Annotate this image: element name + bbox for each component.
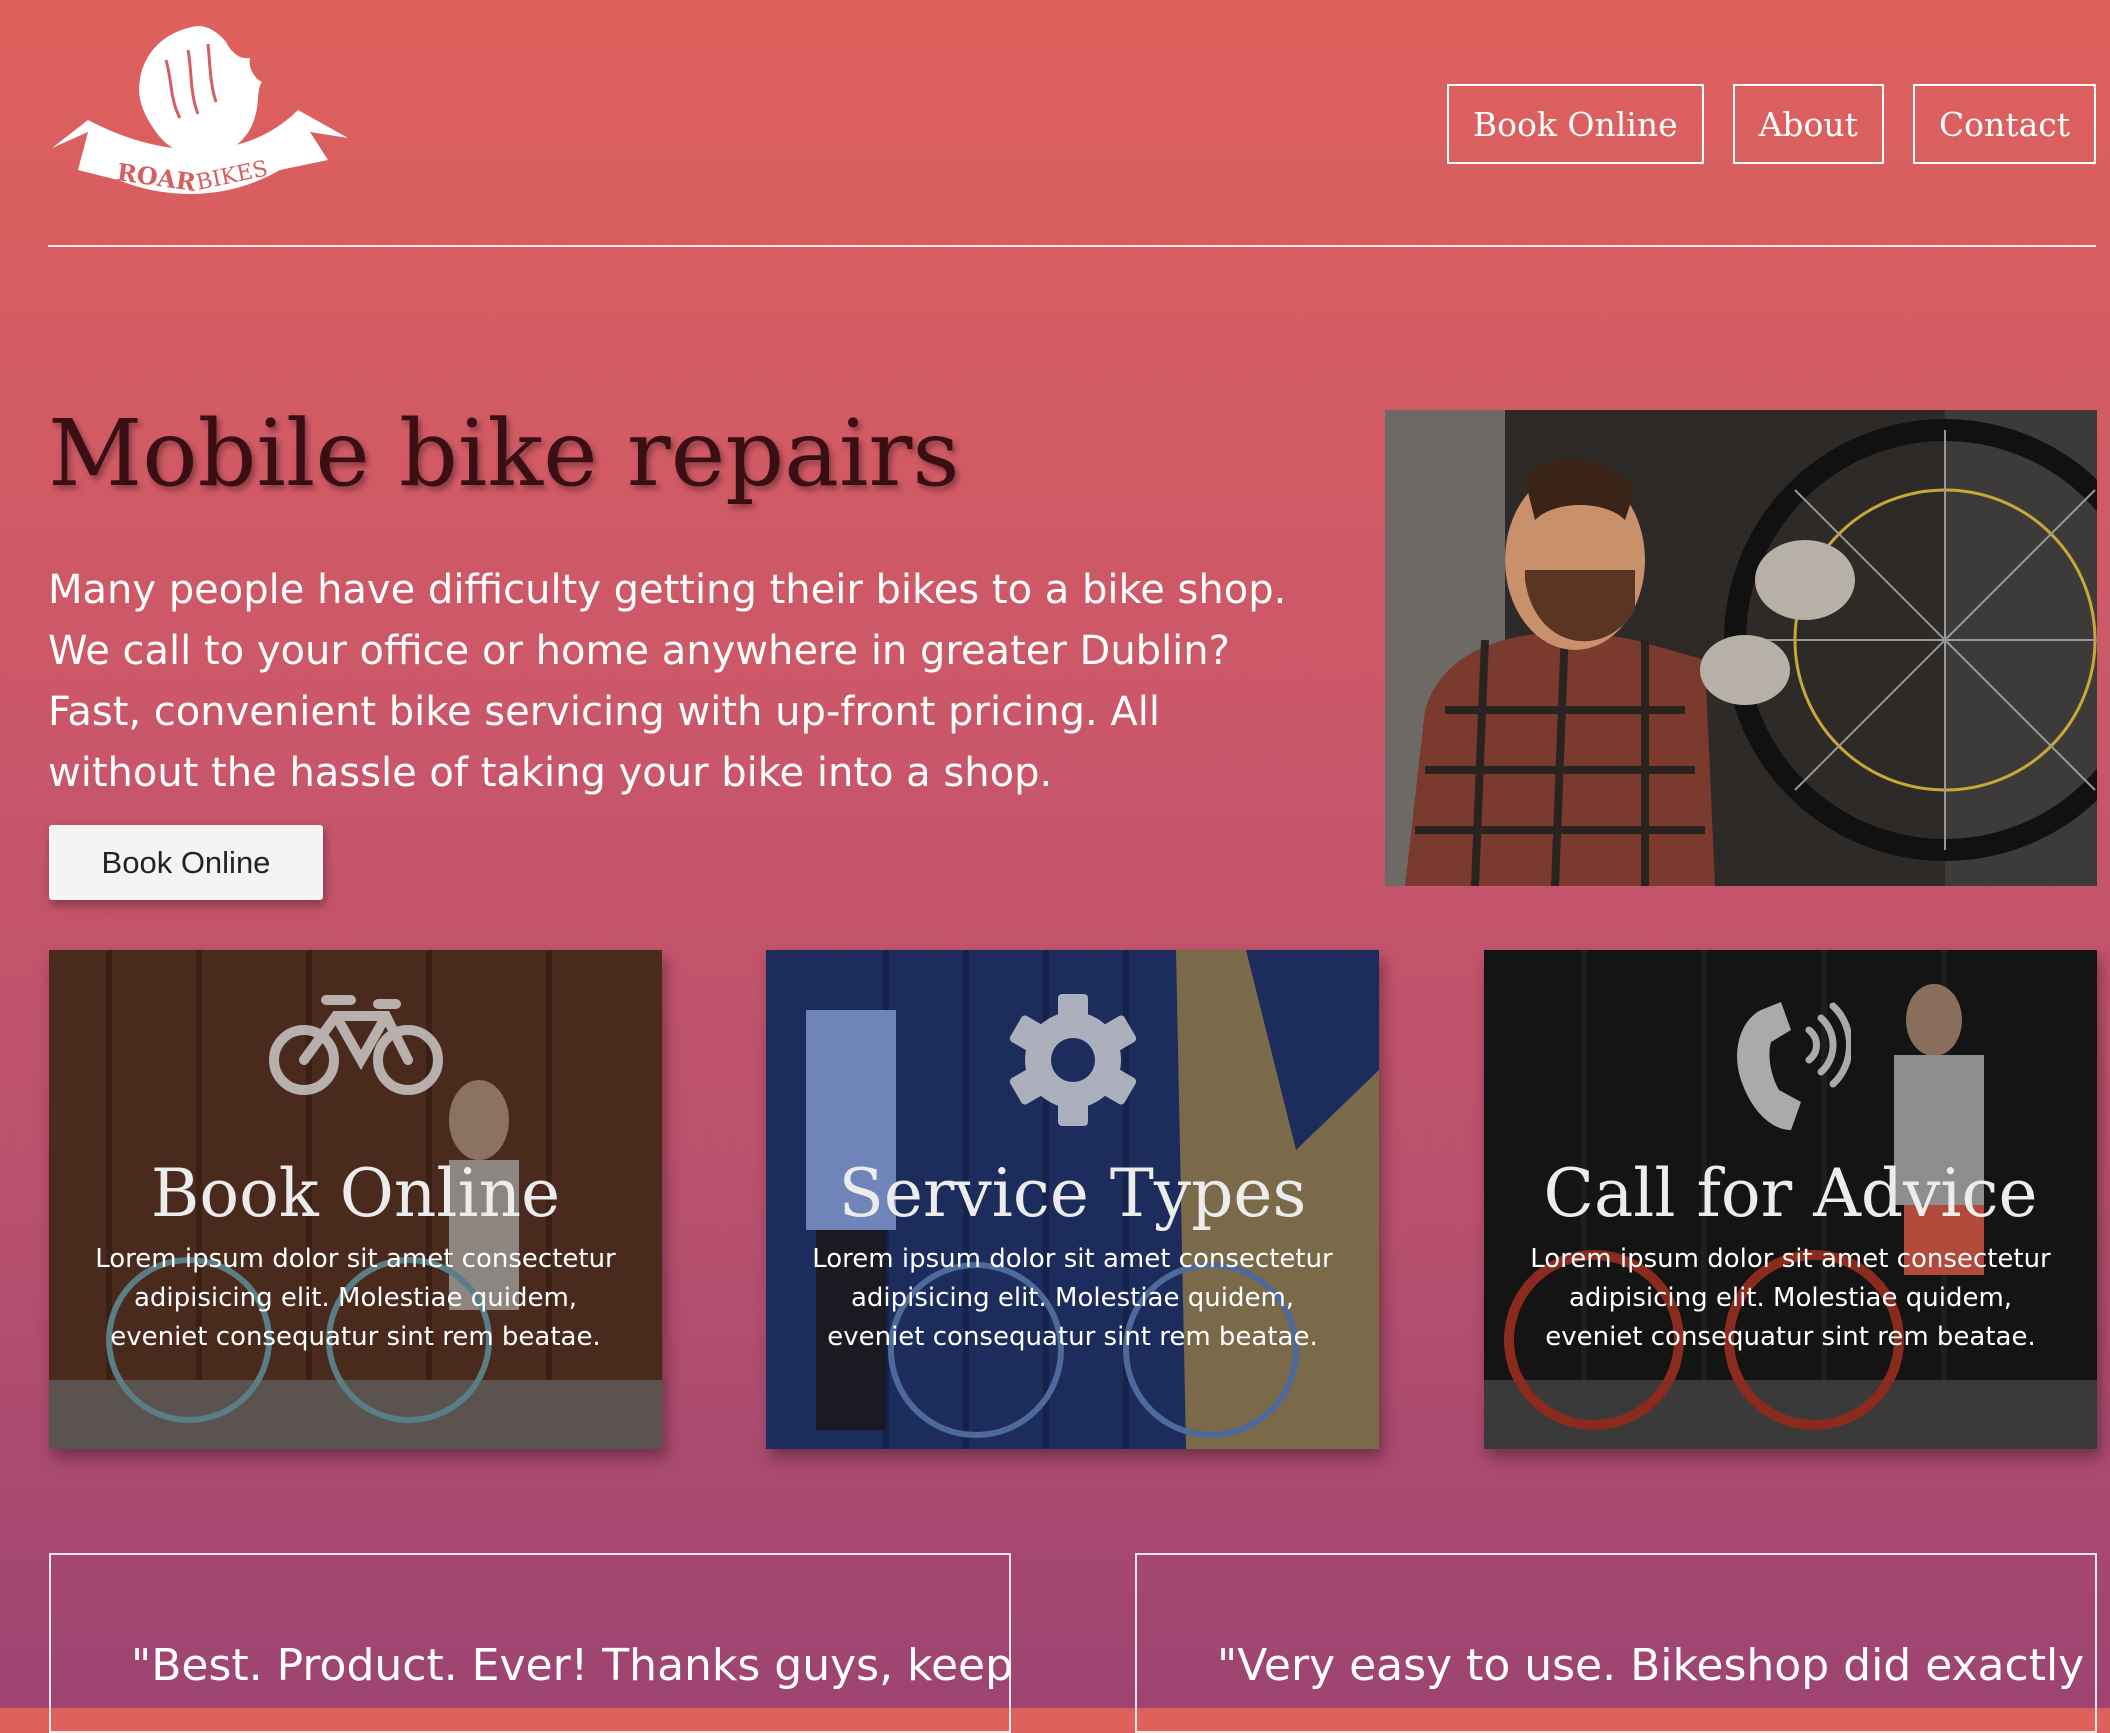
card-call-for-advice[interactable]: Call for Advice Lorem ipsum dolor sit am… bbox=[1484, 950, 2097, 1449]
card-title: Call for Advice bbox=[1543, 1155, 2038, 1232]
card-book-online[interactable]: Book Online Lorem ipsum dolor sit amet c… bbox=[49, 950, 662, 1449]
card-description: Lorem ipsum dolor sit amet consectetur a… bbox=[812, 1244, 1333, 1352]
card-description: Lorem ipsum dolor sit amet consectetur a… bbox=[1530, 1244, 2051, 1352]
card-service-types[interactable]: Service Types Lorem ipsum dolor sit amet… bbox=[766, 950, 1379, 1449]
header-divider bbox=[48, 245, 2096, 247]
main-nav: Book Online About Contact bbox=[1446, 84, 2096, 164]
brand-logo[interactable]: ROAR BIKES bbox=[48, 20, 350, 220]
hero-title: Mobile bike repairs bbox=[48, 400, 960, 507]
nav-about[interactable]: About bbox=[1732, 84, 1884, 164]
testimonial-card: "Very easy to use. Bikeshop did exactly bbox=[1135, 1553, 2097, 1733]
gear-icon bbox=[1003, 990, 1143, 1134]
card-title: Service Types bbox=[838, 1155, 1307, 1232]
card-description: Lorem ipsum dolor sit amet consectetur a… bbox=[95, 1244, 616, 1352]
hero-book-online-button[interactable]: Book Online bbox=[49, 825, 323, 900]
testimonial-quote: "Very easy to use. Bikeshop did exactly bbox=[1217, 1640, 2085, 1691]
testimonial-card: "Best. Product. Ever! Thanks guys, keep bbox=[49, 1553, 1014, 1733]
phone-icon bbox=[1731, 990, 1853, 1144]
nav-contact[interactable]: Contact bbox=[1912, 84, 2096, 164]
testimonial-quote: "Best. Product. Ever! Thanks guys, keep bbox=[131, 1640, 1014, 1691]
hero-description: Many people have difficulty getting thei… bbox=[48, 567, 1287, 796]
bicycle-icon bbox=[266, 990, 446, 1104]
nav-book-online[interactable]: Book Online bbox=[1446, 84, 1704, 164]
card-title: Book Online bbox=[150, 1155, 561, 1232]
mechanic-photo bbox=[1385, 410, 2097, 886]
